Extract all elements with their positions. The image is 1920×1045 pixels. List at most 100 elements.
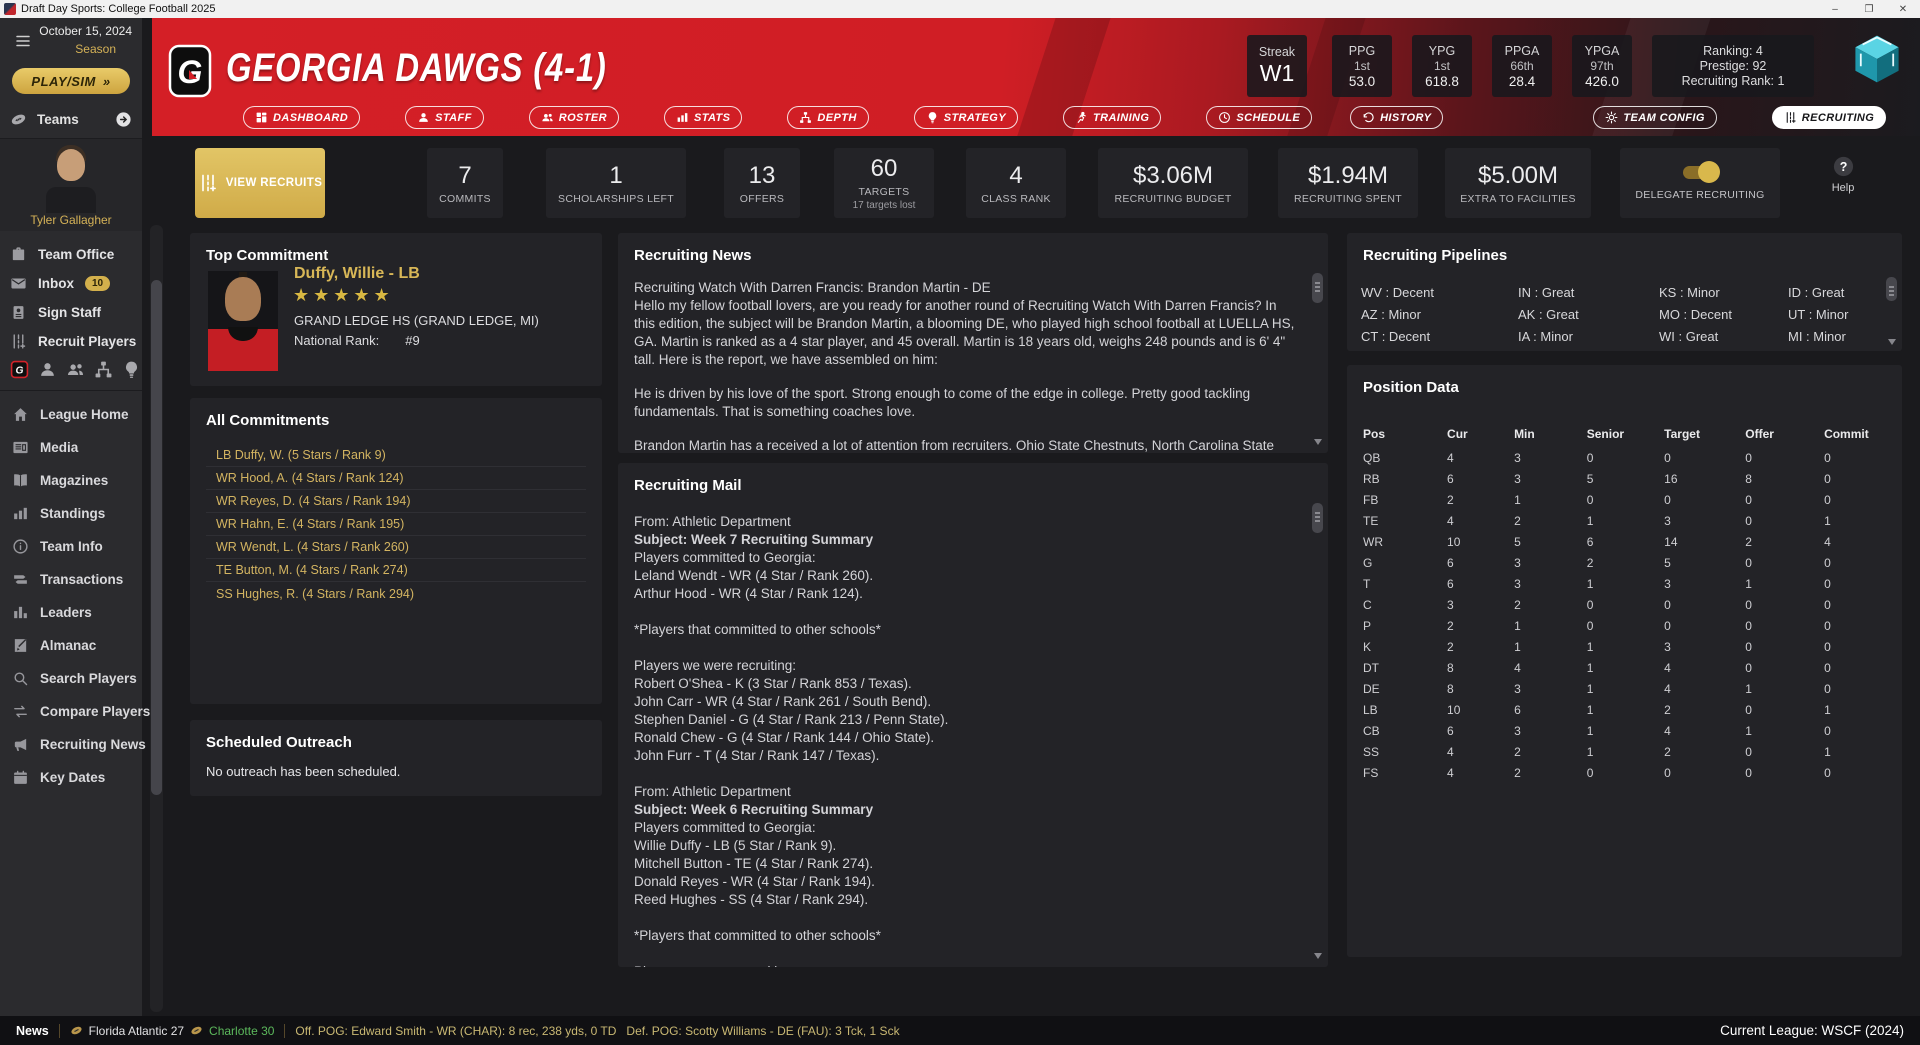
- commitment-row[interactable]: WR Reyes, D. (4 Stars / Rank 194): [206, 490, 586, 513]
- sidebar-item-compare-players[interactable]: Compare Players: [0, 695, 142, 728]
- bulb-icon[interactable]: [122, 360, 141, 379]
- tab-depth[interactable]: DEPTH: [787, 106, 868, 129]
- pipeline-entry: AK : Great: [1518, 307, 1579, 322]
- almanac-icon: [12, 637, 29, 654]
- table-row: RB6351680: [1363, 468, 1902, 489]
- pipelines-grid: WV : DecentIN : GreatKS : MinorID : Grea…: [1347, 283, 1882, 351]
- team-logo-icon: G: [168, 44, 212, 98]
- sidebar-item-media[interactable]: Media: [0, 431, 142, 464]
- recruiting-news-panel: Recruiting News Recruiting Watch With Da…: [618, 233, 1328, 453]
- delegate-recruiting-box: DELEGATE RECRUITING: [1620, 148, 1780, 218]
- score-item[interactable]: Florida Atlantic 27 Charlotte 30: [70, 1024, 275, 1038]
- news-scrollbar-thumb[interactable]: [1312, 273, 1323, 303]
- delegate-recruiting-toggle[interactable]: [1683, 166, 1717, 179]
- home-icon: [12, 406, 29, 423]
- sidebar-item-key-dates[interactable]: Key Dates: [0, 761, 142, 794]
- sidebar-item-almanac[interactable]: Almanac: [0, 629, 142, 662]
- user-block: Tyler Gallagher: [0, 139, 142, 231]
- sidebar-item-sign-staff[interactable]: Sign Staff: [0, 298, 142, 327]
- chevrons-icon: »: [103, 74, 111, 89]
- news-paragraph: Hello my fellow football lovers, are you…: [634, 297, 1298, 369]
- mail-line: Ronald Chew - G (4 Star / Rank 144 / Ohi…: [634, 729, 1298, 747]
- top-commit-player[interactable]: Duffy, Willie - LB: [294, 265, 420, 283]
- sidebar-item-league-home[interactable]: League Home: [0, 398, 142, 431]
- help-icon[interactable]: ?: [1832, 155, 1855, 178]
- table-row: G632500: [1363, 552, 1902, 573]
- tab-strategy[interactable]: STRATEGY: [914, 106, 1018, 129]
- sidebar-item-search-players[interactable]: Search Players: [0, 662, 142, 695]
- tab-team-config[interactable]: TEAM CONFIG: [1593, 106, 1716, 129]
- tab-history[interactable]: HISTORY: [1350, 106, 1443, 129]
- commitment-row[interactable]: WR Wendt, L. (4 Stars / Rank 260): [206, 536, 586, 559]
- scroll-down-icon[interactable]: [1314, 439, 1322, 445]
- gear-icon: [1605, 111, 1618, 124]
- sidebar-item-recruiting-news[interactable]: Recruiting News: [0, 728, 142, 761]
- pipeline-entry: IA : Minor: [1518, 329, 1573, 344]
- col-cur: Cur: [1447, 421, 1514, 447]
- tab-schedule[interactable]: SCHEDULE: [1206, 106, 1312, 129]
- play-sim-button[interactable]: PLAY/SIM »: [12, 68, 130, 94]
- team-stat-ppga: PPGA66th28.4: [1492, 35, 1552, 97]
- svg-text:G: G: [16, 365, 24, 376]
- tab-staff[interactable]: STAFF: [405, 106, 484, 129]
- tab-training[interactable]: TRAINING: [1063, 106, 1161, 129]
- chart-icon: [12, 604, 29, 621]
- star-rating: ★★★★★: [293, 285, 394, 306]
- history-icon: [1362, 111, 1375, 124]
- delegate-recruiting-label: DELEGATE RECRUITING: [1635, 189, 1764, 201]
- mail-scrollbar[interactable]: [1312, 503, 1323, 959]
- app-window: Draft Day Sports: College Football 2025 …: [0, 0, 1920, 1045]
- sidebar-item-magazines[interactable]: Magazines: [0, 464, 142, 497]
- org-chart-icon[interactable]: [94, 360, 113, 379]
- view-recruits-button[interactable]: VIEW RECRUITS: [195, 148, 325, 218]
- scroll-down-icon[interactable]: [1314, 953, 1322, 959]
- league-logo-icon: [1850, 32, 1904, 86]
- mail-scrollbar-thumb[interactable]: [1312, 503, 1323, 533]
- main-scrollbar[interactable]: [150, 225, 163, 1012]
- tab-stats[interactable]: STATS: [664, 106, 742, 129]
- scheduled-outreach-panel: Scheduled Outreach No outreach has been …: [190, 720, 602, 796]
- team-name: GEORGIA DAWGS (4-1): [226, 46, 607, 91]
- commitment-row[interactable]: WR Hood, A. (4 Stars / Rank 124): [206, 467, 586, 490]
- panel-title: Recruiting News: [618, 233, 1328, 264]
- football-icon: [10, 111, 27, 128]
- tab-recruiting[interactable]: RECRUITING: [1772, 106, 1886, 129]
- commitment-row[interactable]: LB Duffy, W. (5 Stars / Rank 9): [206, 444, 586, 467]
- arrow-right-circle-icon[interactable]: [115, 111, 132, 128]
- sidebar-item-recruit-players[interactable]: Recruit Players: [0, 327, 142, 356]
- sidebar-item-inbox[interactable]: Inbox10: [0, 269, 142, 298]
- news-scrollbar[interactable]: [1312, 273, 1323, 445]
- sidebar-item-team-office[interactable]: Team Office: [0, 240, 142, 269]
- close-button[interactable]: ✕: [1886, 0, 1920, 18]
- team-header: G GEORGIA DAWGS (4-1) StreakW1PPG1st53.0…: [152, 18, 1920, 136]
- table-row: K211300: [1363, 636, 1902, 657]
- tab-dashboard[interactable]: DASHBOARD: [243, 106, 360, 129]
- sliders-icon: [10, 333, 27, 350]
- teams-row[interactable]: Teams: [0, 106, 142, 132]
- team-g-icon[interactable]: G: [10, 360, 29, 379]
- commitment-row[interactable]: TE Button, M. (4 Stars / Rank 274): [206, 559, 586, 582]
- person-icon[interactable]: [38, 360, 57, 379]
- recruiting-mail-panel: Recruiting Mail From: Athletic Departmen…: [618, 463, 1328, 967]
- minimize-button[interactable]: –: [1818, 0, 1852, 18]
- scroll-down-icon[interactable]: [1888, 339, 1896, 345]
- sidebar-item-team-info[interactable]: Team Info: [0, 530, 142, 563]
- pipelines-scrollbar-thumb[interactable]: [1886, 277, 1897, 301]
- sidebar-primary-menu: Team OfficeInbox10Sign StaffRecruit Play…: [0, 240, 142, 356]
- pipelines-scrollbar[interactable]: [1886, 277, 1897, 345]
- main-scrollbar-thumb[interactable]: [151, 280, 162, 795]
- commitment-row[interactable]: WR Hahn, E. (4 Stars / Rank 195): [206, 513, 586, 536]
- people-icon: [541, 111, 554, 124]
- sidebar-item-leaders[interactable]: Leaders: [0, 596, 142, 629]
- avatar[interactable]: [44, 145, 98, 213]
- hamburger-icon[interactable]: [13, 32, 33, 50]
- sidebar-item-standings[interactable]: Standings: [0, 497, 142, 530]
- sidebar-item-transactions[interactable]: Transactions: [0, 563, 142, 596]
- tab-roster[interactable]: ROSTER: [529, 106, 619, 129]
- maximize-button[interactable]: ❐: [1852, 0, 1886, 18]
- sidebar-quick-icons: G: [6, 356, 142, 382]
- pipeline-entry: AZ : Minor: [1361, 307, 1421, 322]
- pipeline-entry: WI : Great: [1659, 329, 1718, 344]
- commitment-row[interactable]: SS Hughes, R. (4 Stars / Rank 294): [206, 582, 586, 605]
- people-icon[interactable]: [66, 360, 85, 379]
